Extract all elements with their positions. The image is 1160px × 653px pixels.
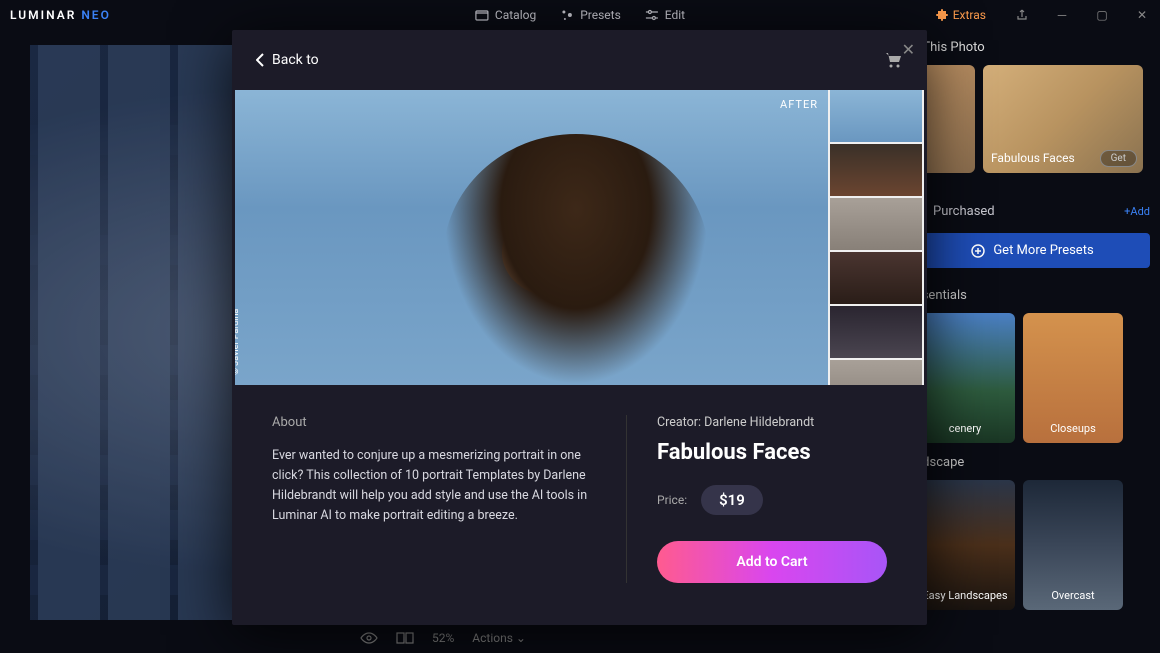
- sparkle-icon: [560, 8, 574, 22]
- preset-closeups[interactable]: Closeups: [1023, 313, 1123, 443]
- preset-label: Fabulous Faces: [991, 151, 1075, 165]
- card-label: Closeups: [1023, 422, 1123, 435]
- thumbnail[interactable]: [830, 360, 922, 385]
- back-button[interactable]: Back to: [256, 52, 319, 68]
- thumbnail[interactable]: [830, 198, 922, 250]
- nav-label: Edit: [665, 8, 685, 22]
- extras-button[interactable]: Extras: [935, 8, 986, 22]
- panel-heading: r This Photo: [915, 40, 1150, 55]
- after-badge: AFTER: [780, 98, 818, 111]
- card-label: cenery: [915, 422, 1015, 435]
- button-label: Get More Presets: [993, 243, 1093, 258]
- nav-edit[interactable]: Edit: [645, 8, 685, 22]
- nav-label: Catalog: [495, 8, 536, 22]
- close-modal-button[interactable]: ✕: [902, 40, 915, 59]
- card-label: Easy Landscapes: [915, 589, 1015, 602]
- actions-menu[interactable]: Actions ⌄: [472, 631, 526, 645]
- add-link[interactable]: +Add: [1124, 205, 1150, 218]
- cart-button[interactable]: [885, 52, 903, 68]
- nav-label: Presets: [580, 8, 621, 22]
- photo-credit: © Javier Pardina: [235, 309, 241, 375]
- puzzle-icon: [935, 8, 949, 22]
- plus-circle-icon: [971, 244, 985, 258]
- thumbnail[interactable]: [830, 252, 922, 304]
- thumbnail-strip[interactable]: [828, 90, 924, 385]
- sliders-icon: [645, 9, 659, 21]
- top-nav: Catalog Presets Edit: [475, 0, 685, 30]
- get-more-presets-button[interactable]: Get More Presets: [915, 233, 1150, 268]
- about-text: Ever wanted to conjure up a mesmerizing …: [272, 446, 596, 526]
- creator-label: Creator: Darlene Hildebrandt: [657, 415, 887, 430]
- preset-scenery[interactable]: cenery: [915, 313, 1015, 443]
- card-label: Overcast: [1023, 589, 1123, 602]
- about-heading: About: [272, 415, 596, 430]
- cart-icon: [885, 52, 903, 68]
- extras-label: Extras: [953, 8, 986, 22]
- back-label: Back to: [272, 52, 319, 68]
- thumbnail[interactable]: [830, 144, 922, 196]
- product-modal: ✕ Back to AFTER © Javier Pardina About E…: [232, 30, 927, 625]
- preview-image: AFTER © Javier Pardina: [235, 90, 828, 385]
- thumbnail[interactable]: [830, 306, 922, 358]
- section-heading: ssentials: [915, 288, 1150, 303]
- compare-icon[interactable]: [396, 632, 414, 644]
- nav-catalog[interactable]: Catalog: [475, 8, 536, 22]
- price-value: $19: [701, 485, 763, 515]
- section-heading: ndscape: [915, 455, 1150, 470]
- minimize-button[interactable]: ─: [1050, 3, 1074, 27]
- preset-easy-landscapes[interactable]: Easy Landscapes: [915, 480, 1015, 610]
- chevron-left-icon: [256, 53, 264, 67]
- eye-icon[interactable]: [360, 632, 378, 644]
- share-icon[interactable]: [1010, 3, 1034, 27]
- product-title: Fabulous Faces: [657, 440, 887, 465]
- folder-icon: [475, 9, 489, 21]
- get-button[interactable]: Get: [1100, 150, 1137, 167]
- close-button[interactable]: ✕: [1130, 3, 1154, 27]
- zoom-level[interactable]: 52%: [432, 631, 454, 645]
- nav-presets[interactable]: Presets: [560, 8, 621, 22]
- preset-overcast[interactable]: Overcast: [1023, 480, 1123, 610]
- maximize-button[interactable]: ▢: [1090, 3, 1114, 27]
- app-logo: LUMINAR NEO: [10, 8, 111, 22]
- thumbnail[interactable]: [830, 90, 922, 142]
- preset-card-fabulous-faces[interactable]: Fabulous Faces Get: [983, 65, 1143, 173]
- price-label: Price:: [657, 493, 687, 507]
- add-to-cart-button[interactable]: Add to Cart: [657, 541, 887, 583]
